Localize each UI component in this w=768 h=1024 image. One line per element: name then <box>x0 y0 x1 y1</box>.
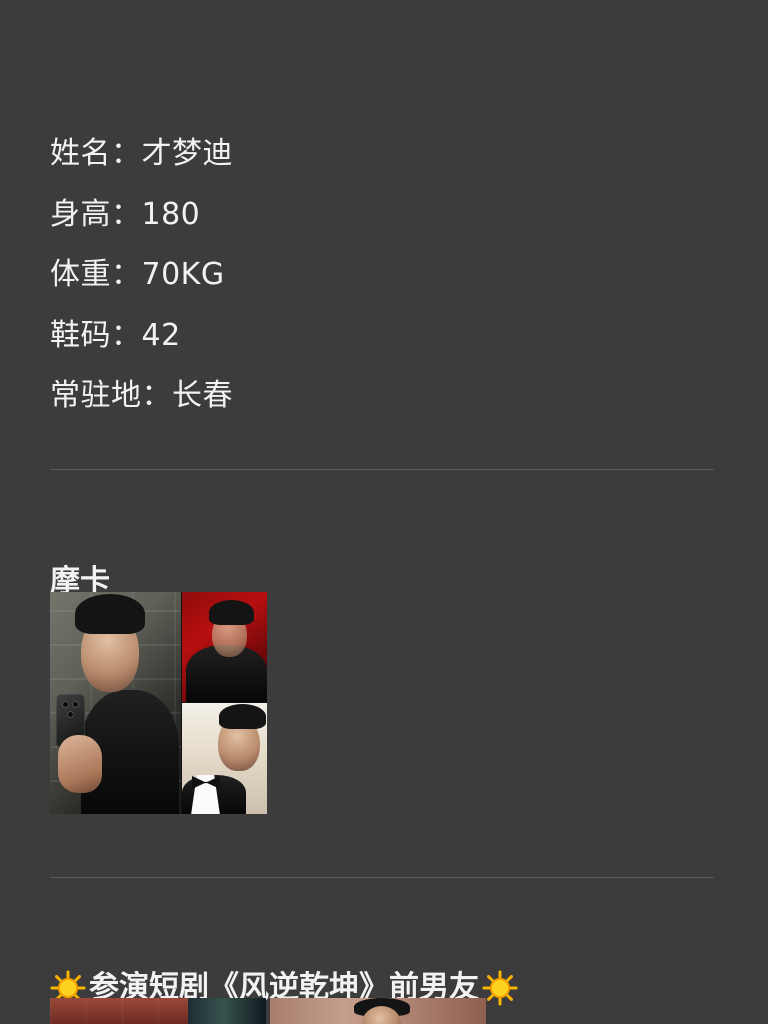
weight-label: 体重： <box>50 257 142 292</box>
moka-photo-collage[interactable] <box>50 592 267 814</box>
height-value: 180 <box>141 196 201 232</box>
camera-lens-icon <box>67 711 74 718</box>
selfie-portrait-photo[interactable] <box>50 592 181 814</box>
name-label: 姓名： <box>50 136 142 171</box>
section-divider <box>50 469 714 470</box>
drama-portrait-photo[interactable] <box>270 998 486 1024</box>
tuxedo-portrait-photo[interactable] <box>182 703 267 814</box>
hair-image <box>219 704 266 729</box>
section-divider <box>50 877 714 878</box>
profile-name-row: 姓名：才梦迪 <box>50 126 714 187</box>
location-value: 长春 <box>172 378 233 413</box>
hair-image <box>209 600 254 625</box>
drama-photo-strip[interactable] <box>50 998 486 1024</box>
profile-shoe-size-row: 鞋码：42 <box>50 308 714 369</box>
weight-value: 70KG <box>141 257 225 292</box>
camera-lens-icon <box>62 701 69 708</box>
profile-weight-row: 体重：70KG <box>50 247 714 308</box>
hair-image <box>75 594 145 634</box>
drama-scene-photo[interactable] <box>50 998 266 1024</box>
red-background-portrait-photo[interactable] <box>182 592 267 702</box>
shoe-size-label: 鞋码： <box>50 317 142 353</box>
name-value: 才梦迪 <box>141 136 233 171</box>
camera-lens-icon <box>72 701 79 708</box>
profile-height-row: 身高：180 <box>50 187 714 248</box>
hand-image <box>58 735 102 793</box>
height-label: 身高： <box>50 196 142 232</box>
location-label: 常驻地： <box>50 378 172 413</box>
sun-icon <box>482 970 518 1006</box>
profile-location-row: 常驻地：长春 <box>50 368 714 429</box>
shoe-size-value: 42 <box>141 317 181 353</box>
profile-info-list: 姓名：才梦迪 身高：180 体重：70KG 鞋码：42 常驻地：长春 <box>50 126 714 429</box>
